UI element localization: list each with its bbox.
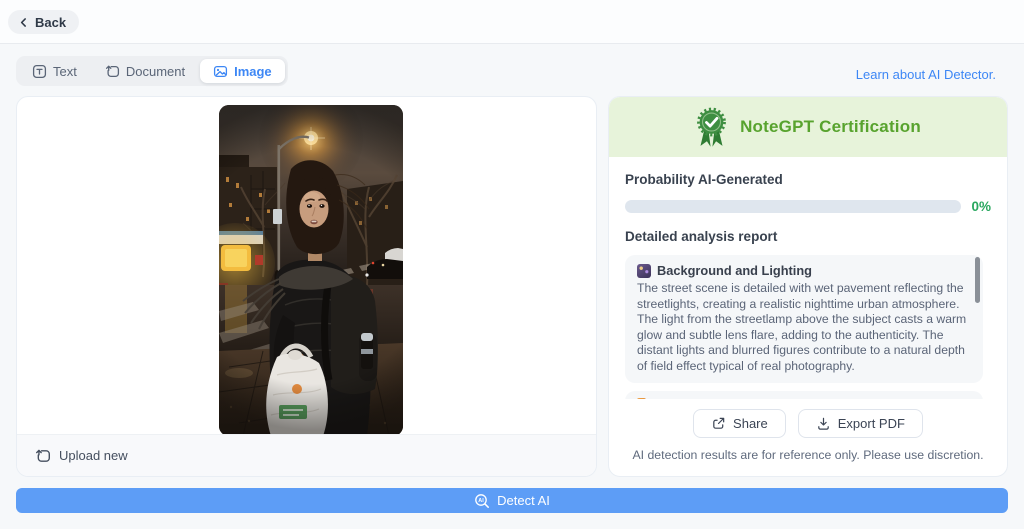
export-pdf-label: Export PDF <box>837 416 905 431</box>
tab-image-label: Image <box>234 63 272 79</box>
share-label: Share <box>733 416 768 431</box>
probability-value: 0% <box>971 199 991 214</box>
upload-new-button[interactable]: Upload new <box>17 434 596 476</box>
upload-icon <box>35 448 51 464</box>
text-icon <box>32 64 47 79</box>
report-section-title: Background and Lighting <box>657 263 812 278</box>
probability-progress: 0% <box>625 199 991 214</box>
report-section-body: The street scene is detailed with wet pa… <box>637 281 967 373</box>
svg-text:AI: AI <box>478 498 484 504</box>
uploaded-image <box>219 105 403 436</box>
report-scroll-area[interactable]: Background and Lighting The street scene… <box>625 255 991 399</box>
image-preview-panel: Upload new <box>16 96 597 477</box>
detect-ai-label: Detect AI <box>497 493 550 508</box>
certification-title: NoteGPT Certification <box>740 117 921 136</box>
download-icon <box>816 416 831 431</box>
certified-ribbon-icon <box>695 105 728 150</box>
next-section-emoji <box>637 397 646 399</box>
upload-new-label: Upload new <box>59 448 128 463</box>
detector-type-tabs: Text Document Image <box>16 56 288 86</box>
back-label: Back <box>35 14 67 30</box>
disclaimer-text: AI detection results are for reference o… <box>632 448 984 462</box>
document-icon <box>105 64 120 79</box>
back-button[interactable]: Back <box>8 10 80 34</box>
detect-ai-button[interactable]: AI Detect AI <box>16 488 1008 513</box>
chevron-left-icon <box>17 16 30 29</box>
ai-magnifier-icon: AI <box>474 493 490 509</box>
night-scene-emoji <box>637 263 651 278</box>
tab-document[interactable]: Document <box>92 59 198 83</box>
export-pdf-button[interactable]: Export PDF <box>797 409 923 438</box>
detection-result-panel: NoteGPT Certification Probability AI-Gen… <box>608 96 1008 477</box>
certification-banner: NoteGPT Certification <box>609 97 1007 157</box>
tab-document-label: Document <box>125 63 186 79</box>
night-street-photo <box>219 105 403 436</box>
share-icon <box>711 416 726 431</box>
progress-track <box>625 200 962 213</box>
image-icon <box>213 64 228 79</box>
top-header: Back <box>0 0 1024 44</box>
probability-label: Probability AI-Generated <box>625 172 783 187</box>
share-button[interactable]: Share <box>693 409 786 438</box>
tab-text-label: Text <box>53 63 77 79</box>
tab-image[interactable]: Image <box>200 59 285 83</box>
report-scrollbar-thumb[interactable] <box>975 257 980 303</box>
report-title: Detailed analysis report <box>625 229 778 244</box>
report-next-card-peek <box>625 390 983 399</box>
report-section-card: Background and Lighting The street scene… <box>625 255 983 383</box>
learn-about-link[interactable]: Learn about AI Detector. <box>856 67 996 82</box>
tab-text[interactable]: Text <box>19 59 90 83</box>
